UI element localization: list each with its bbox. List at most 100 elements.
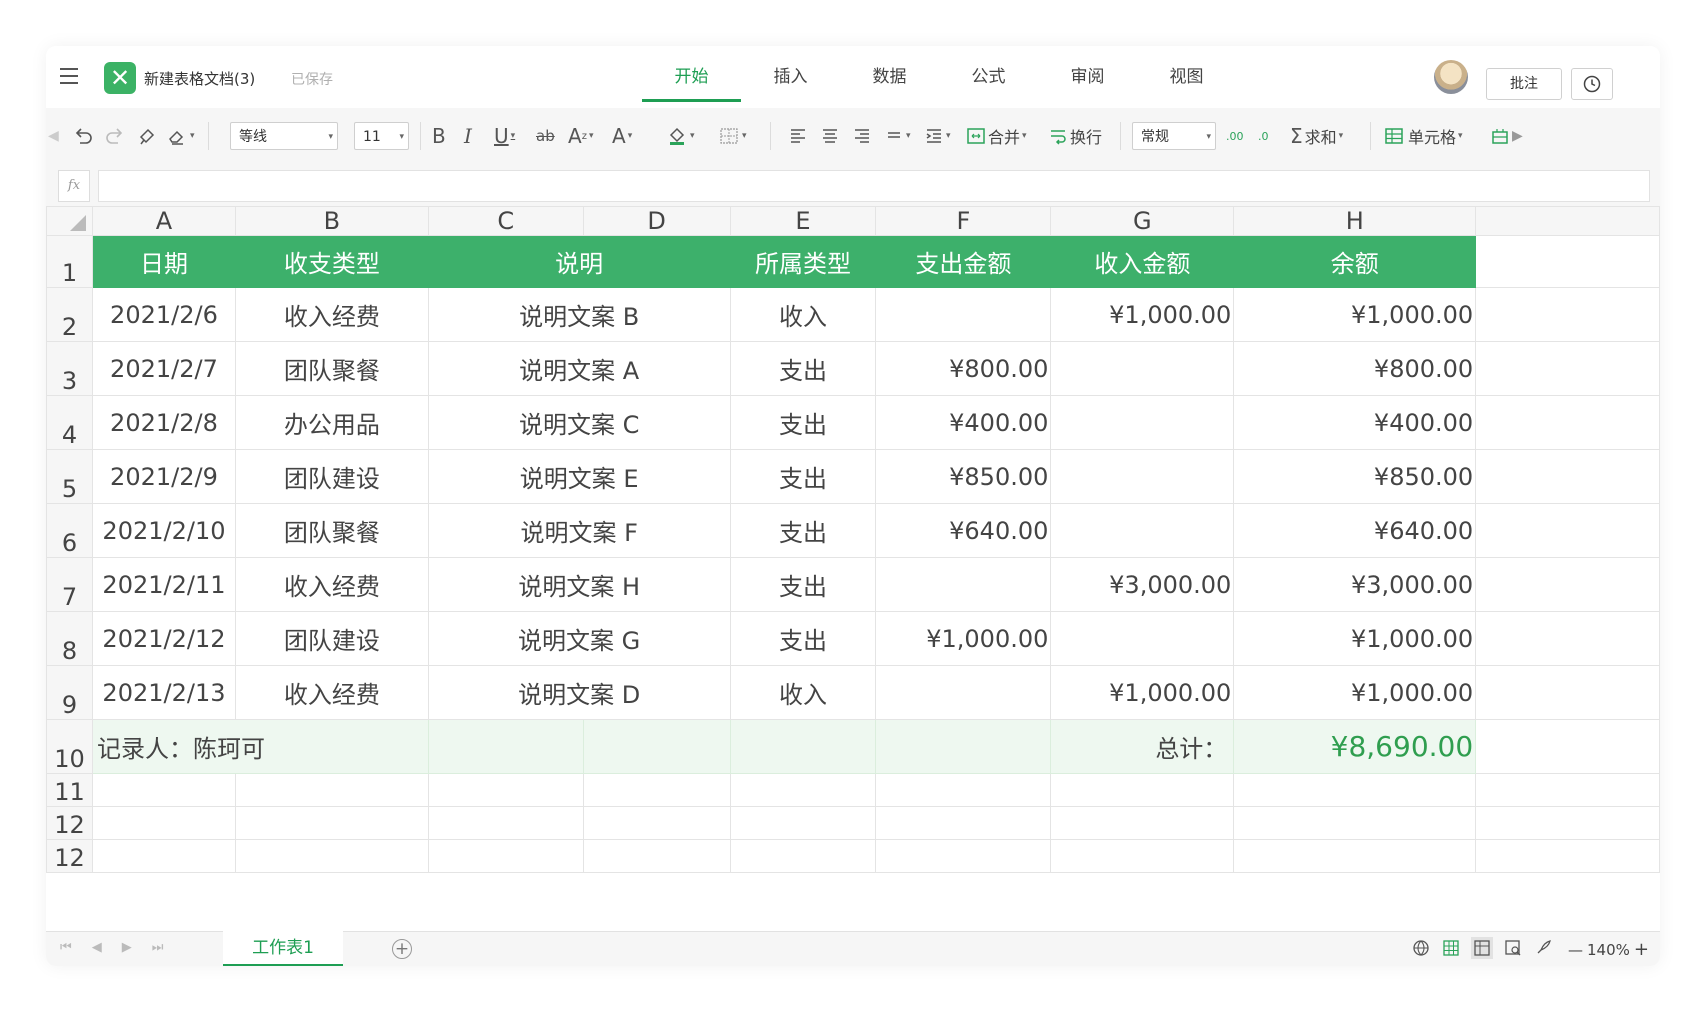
cell[interactable] — [1050, 773, 1235, 807]
cell[interactable]: ¥400.00 — [1233, 395, 1477, 450]
cell[interactable] — [1475, 503, 1660, 558]
tab-insert[interactable]: 插入 — [741, 46, 840, 108]
cell[interactable] — [582, 773, 731, 807]
cell[interactable] — [582, 839, 731, 873]
cell[interactable]: ¥640.00 — [875, 503, 1052, 558]
row-header[interactable]: 10 — [46, 719, 93, 774]
cell[interactable] — [91, 839, 236, 873]
cell[interactable] — [1475, 665, 1660, 720]
row-header[interactable]: 6 — [46, 503, 93, 558]
rocket-icon[interactable] — [1533, 938, 1553, 958]
cell[interactable] — [1050, 449, 1235, 504]
cell[interactable]: ¥3,000.00 — [1050, 557, 1235, 612]
cell[interactable]: 支出 — [729, 395, 877, 450]
vertical-align-icon[interactable]: ▾ — [884, 108, 911, 164]
cell[interactable] — [1475, 341, 1660, 396]
cell[interactable]: 收入 — [729, 287, 877, 342]
recorder-cell[interactable]: 记录人：陈珂可 — [91, 719, 429, 774]
border-icon[interactable]: ▾ — [718, 108, 747, 164]
undo-icon[interactable] — [72, 108, 94, 164]
cell[interactable] — [875, 557, 1052, 612]
fx-icon[interactable]: fx — [58, 170, 90, 202]
cell[interactable]: 收入经费 — [234, 665, 429, 720]
cell[interactable]: 说明文案 G — [427, 611, 731, 666]
cell[interactable] — [91, 806, 236, 840]
cell[interactable]: 2021/2/8 — [91, 395, 236, 450]
column-header[interactable]: B — [234, 206, 429, 236]
merge-button[interactable]: 合并 ▾ — [966, 108, 1027, 164]
header-cell-expense[interactable]: 支出金额 — [875, 235, 1052, 288]
total-value-cell[interactable]: ¥8,690.00 — [1233, 719, 1477, 774]
avatar[interactable] — [1434, 60, 1468, 94]
header-cell-category[interactable]: 所属类型 — [729, 235, 877, 288]
cell[interactable]: ¥1,000.00 — [1233, 665, 1477, 720]
align-right-icon[interactable] — [852, 108, 872, 164]
document-title[interactable]: 新建表格文档(3) — [144, 68, 255, 89]
cell[interactable] — [1475, 449, 1660, 504]
column-header[interactable]: A — [91, 206, 236, 236]
column-header[interactable]: G — [1050, 206, 1235, 236]
column-header[interactable]: E — [729, 206, 877, 236]
cell[interactable]: 收入经费 — [234, 287, 429, 342]
column-header[interactable]: D — [582, 206, 731, 236]
cell[interactable]: ¥1,000.00 — [1233, 287, 1477, 342]
cell[interactable] — [1475, 719, 1660, 774]
tab-home[interactable]: 开始 — [642, 46, 741, 108]
cell[interactable] — [729, 839, 877, 873]
cell[interactable] — [1050, 839, 1235, 873]
cell[interactable] — [1050, 395, 1235, 450]
row-header[interactable]: 9 — [46, 665, 93, 720]
font-size-select[interactable]: 11 ▾ — [354, 122, 409, 150]
column-header[interactable]: F — [875, 206, 1052, 236]
zoom-out-icon[interactable]: — — [1568, 941, 1583, 959]
last-sheet-icon[interactable]: ⏭ — [152, 940, 164, 955]
globe-icon[interactable] — [1411, 938, 1431, 958]
cell[interactable] — [875, 665, 1052, 720]
cell[interactable] — [1233, 806, 1477, 840]
align-center-icon[interactable] — [820, 108, 840, 164]
sum-button[interactable]: Σ 求和 ▾ — [1290, 108, 1343, 164]
cell[interactable] — [1050, 611, 1235, 666]
row-header[interactable]: 1 — [46, 235, 93, 288]
cell[interactable] — [427, 806, 584, 840]
cell[interactable]: ¥1,000.00 — [1233, 611, 1477, 666]
cell[interactable]: ¥1,000.00 — [875, 611, 1052, 666]
row-header[interactable]: 4 — [46, 395, 93, 450]
underline-icon[interactable]: U ▾ — [494, 108, 515, 164]
formula-input[interactable] — [98, 170, 1650, 202]
cell[interactable] — [875, 839, 1052, 873]
strikethrough-icon[interactable]: ab — [536, 108, 555, 164]
wrap-button[interactable]: 换行 — [1048, 108, 1102, 164]
cell[interactable] — [1233, 839, 1477, 873]
cell[interactable]: 2021/2/7 — [91, 341, 236, 396]
row-header[interactable]: 7 — [46, 557, 93, 612]
cell[interactable]: ¥400.00 — [875, 395, 1052, 450]
cell[interactable]: 说明文案 F — [427, 503, 731, 558]
add-sheet-icon[interactable]: + — [392, 939, 412, 959]
cell[interactable]: 支出 — [729, 611, 877, 666]
cell[interactable] — [582, 719, 731, 774]
cell[interactable]: ¥3,000.00 — [1233, 557, 1477, 612]
scroll-right-icon[interactable]: ▶ — [1512, 108, 1523, 164]
cell[interactable]: 收入经费 — [234, 557, 429, 612]
cell[interactable]: 2021/2/9 — [91, 449, 236, 504]
cell[interactable]: ¥800.00 — [875, 341, 1052, 396]
prev-sheet-icon[interactable]: ◀ — [92, 940, 102, 955]
cell[interactable] — [1475, 287, 1660, 342]
cell[interactable] — [1475, 235, 1660, 288]
cell[interactable]: 2021/2/6 — [91, 287, 236, 342]
row-header[interactable]: 12 — [46, 839, 93, 873]
first-sheet-icon[interactable]: ⏮ — [60, 940, 72, 955]
increase-decimal-icon[interactable]: .00 — [1226, 108, 1244, 164]
row-header[interactable]: 2 — [46, 287, 93, 342]
cell[interactable] — [1050, 341, 1235, 396]
cell[interactable]: 办公用品 — [234, 395, 429, 450]
format-painter-icon[interactable] — [136, 108, 158, 164]
tab-formula[interactable]: 公式 — [939, 46, 1038, 108]
scroll-left-icon[interactable]: ◀ — [48, 108, 59, 164]
indent-icon[interactable]: ▾ — [924, 108, 951, 164]
redo-icon[interactable] — [104, 108, 126, 164]
cell[interactable]: 支出 — [729, 449, 877, 504]
cell[interactable] — [1475, 395, 1660, 450]
preview-icon[interactable] — [1503, 938, 1523, 958]
